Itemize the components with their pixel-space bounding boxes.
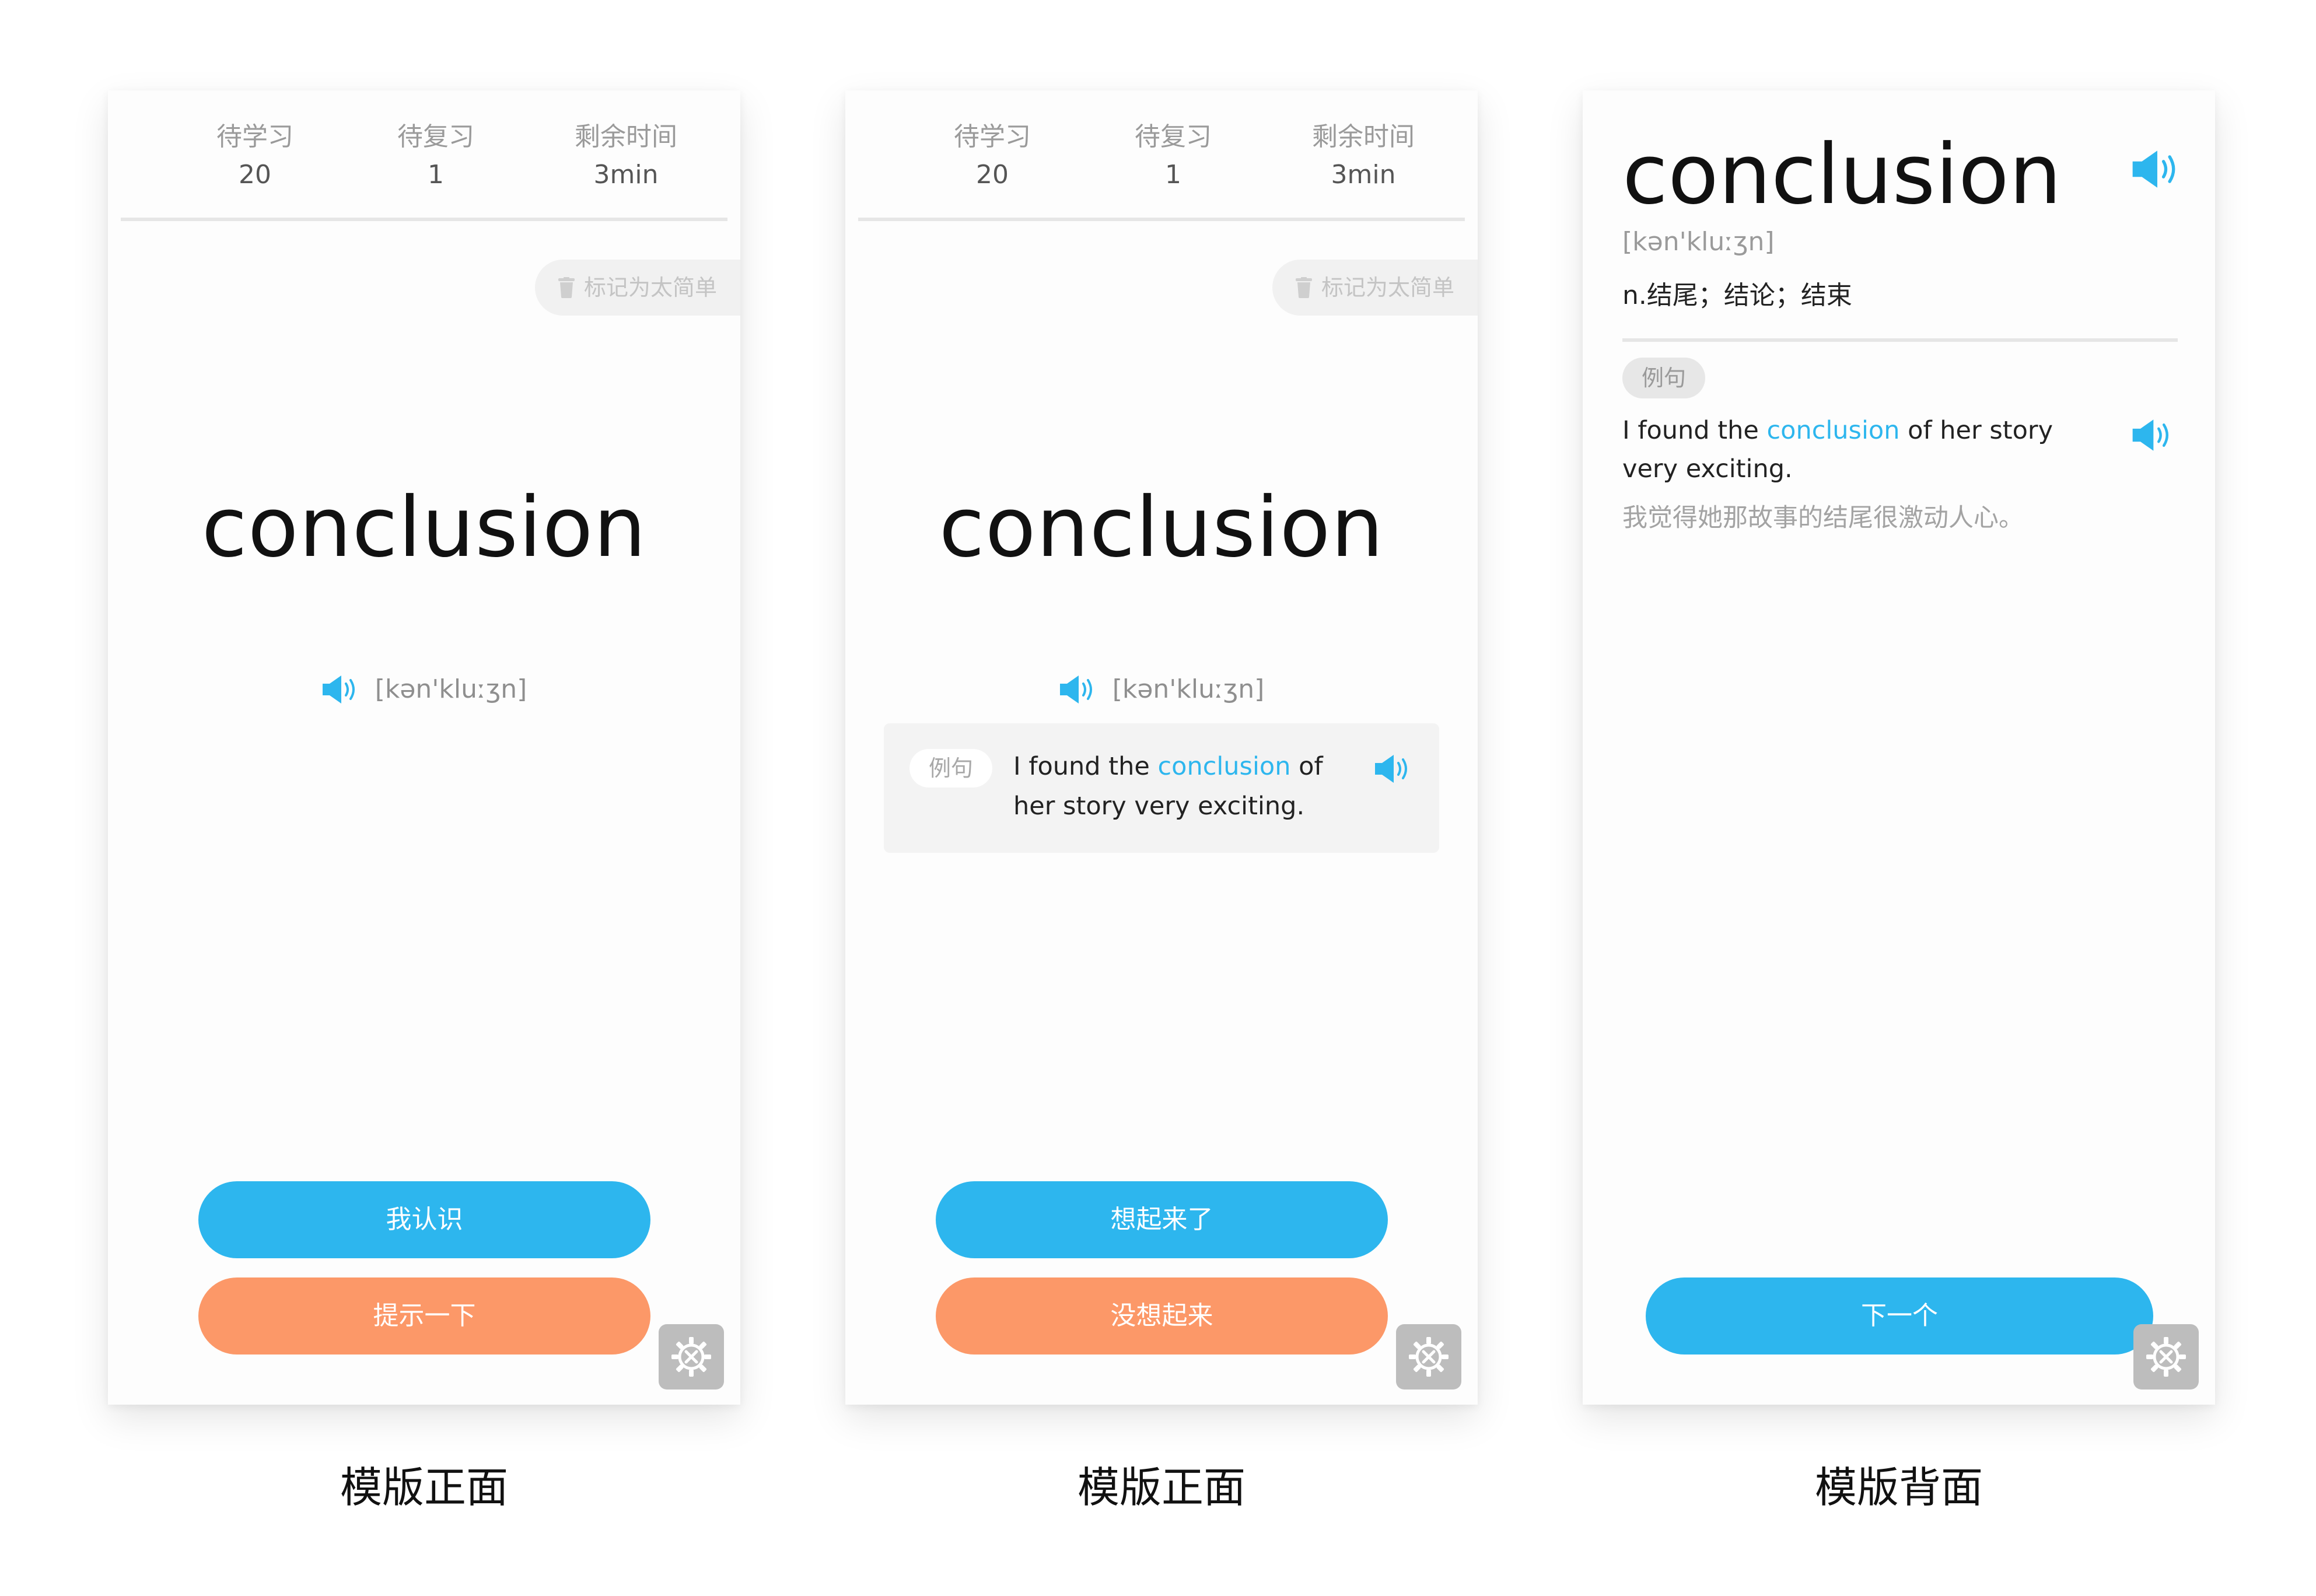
caption-template-back: 模版背面 (1814, 1463, 1983, 1512)
phonetic: [kən'kluːʒn] (375, 674, 527, 704)
stat-time-left: 剩余时间 3min (562, 120, 690, 195)
divider (1622, 338, 2178, 342)
stat-value: 1 (1165, 160, 1181, 190)
word: conclusion (939, 480, 1384, 576)
speaker-icon[interactable] (2131, 418, 2172, 452)
caption-template-front: 模版正面 (340, 1463, 508, 1512)
stat-label: 待复习 (1135, 122, 1212, 152)
example-tag: 例句 (909, 749, 992, 788)
back-card: conclusion [kən'kluːʒn] n.结尾；结论；结束 例句 I … (1583, 90, 2215, 1405)
stat-to-learn: 待学习 20 (940, 120, 1045, 195)
example-before: I found the (1013, 752, 1158, 781)
stat-label: 待复习 (397, 122, 474, 152)
mark-too-easy-label: 标记为太简单 (1321, 275, 1455, 300)
stat-value: 20 (239, 160, 271, 190)
mark-too-easy-label: 标记为太简单 (584, 275, 718, 300)
example-before: I found the (1622, 416, 1767, 445)
phonetic: [kən'kluːʒn] (1112, 674, 1265, 704)
caption-template-front: 模版正面 (1077, 1463, 1246, 1512)
speaker-icon[interactable] (321, 674, 358, 705)
gear-icon (1409, 1337, 1449, 1377)
settings-button[interactable] (659, 1324, 724, 1390)
stat-value: 1 (428, 160, 444, 190)
front-card-1: 待学习 20 待复习 1 剩余时间 3min 标记为太简单 conclusion (108, 90, 740, 1405)
settings-button[interactable] (1396, 1324, 1461, 1390)
stat-value: 3min (1331, 160, 1396, 190)
example-sentence: I found the conclusion of her story very… (1013, 747, 1363, 826)
stage: 待学习 20 待复习 1 剩余时间 3min 标记为太简单 conclusion (0, 0, 2316, 1596)
stat-label: 待学习 (954, 122, 1031, 152)
stat-value: 3min (593, 160, 659, 190)
example-highlight: conclusion (1766, 416, 1900, 445)
gear-icon (671, 1337, 711, 1377)
definition: n.结尾；结论；结束 (1622, 281, 1852, 310)
phonetic: [kən'kluːʒn] (1622, 227, 1775, 257)
speaker-icon[interactable] (1374, 754, 1410, 784)
stat-label: 剩余时间 (575, 122, 677, 152)
example-tag: 例句 (1622, 358, 1705, 398)
trash-icon (558, 277, 575, 298)
front-card-2: 待学习 20 待复习 1 剩余时间 3min 标记为太简单 conclusion (845, 90, 1478, 1405)
example-translation: 我觉得她那故事的结尾很激动人心。 (1622, 503, 2024, 533)
stat-label: 待学习 (216, 122, 293, 152)
hint-button[interactable]: 提示一下 (198, 1278, 650, 1354)
example-box: 例句 I found the conclusion of her story v… (884, 723, 1439, 853)
stat-value: 20 (976, 160, 1009, 190)
gear-icon (2146, 1337, 2186, 1377)
phonetic-row: [kən'kluːʒn] (845, 668, 1478, 710)
example-sentence: I found the conclusion of her story very… (1622, 411, 2089, 488)
stat-to-review: 待复习 1 (383, 120, 488, 195)
speaker-icon[interactable] (2131, 149, 2179, 190)
stat-to-learn: 待学习 20 (202, 120, 307, 195)
word: conclusion (1622, 127, 2062, 223)
stats-bar: 待学习 20 待复习 1 剩余时间 3min (858, 90, 1465, 221)
remembered-button[interactable]: 想起来了 (936, 1181, 1388, 1258)
speaker-icon[interactable] (1059, 674, 1095, 705)
phonetic-row: [kən'kluːʒn] (108, 668, 740, 710)
settings-button[interactable] (2133, 1324, 2199, 1390)
stats-bar: 待学习 20 待复习 1 剩余时间 3min (121, 90, 727, 221)
next-button[interactable]: 下一个 (1646, 1278, 2153, 1354)
example-highlight: conclusion (1157, 752, 1291, 781)
stat-label: 剩余时间 (1312, 122, 1415, 152)
stat-time-left: 剩余时间 3min (1299, 120, 1428, 195)
mark-too-easy-button[interactable]: 标记为太简单 (1272, 260, 1478, 316)
mark-too-easy-button[interactable]: 标记为太简单 (535, 260, 740, 316)
word: conclusion (201, 480, 647, 576)
i-know-button[interactable]: 我认识 (198, 1181, 650, 1258)
stat-to-review: 待复习 1 (1121, 120, 1226, 195)
trash-icon (1296, 277, 1312, 298)
forgot-button[interactable]: 没想起来 (936, 1278, 1388, 1354)
